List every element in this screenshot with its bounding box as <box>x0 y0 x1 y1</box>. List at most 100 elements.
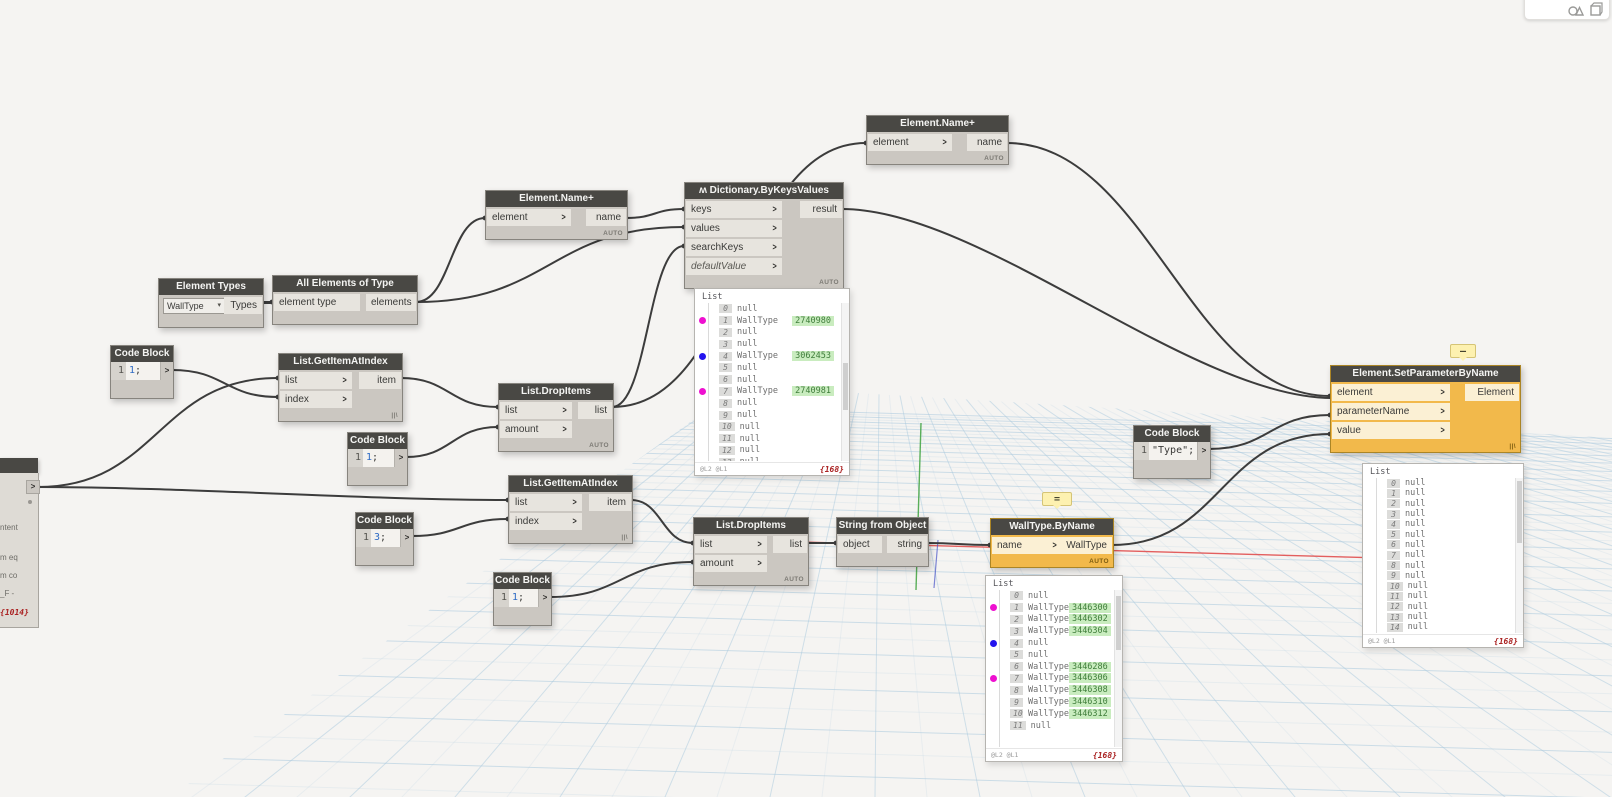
port-input-name[interactable]: name > <box>992 537 1062 554</box>
port-input-list[interactable]: list > <box>500 402 572 419</box>
node-title-code-block-5[interactable]: Code Block <box>1134 426 1210 442</box>
port-input-keys[interactable]: keys > <box>686 201 782 218</box>
wire[interactable] <box>415 217 486 303</box>
port-output-WallType[interactable]: WallType <box>1058 537 1112 554</box>
node-code-block-5[interactable]: Code Block 1 "Type"; > <box>1133 425 1211 479</box>
port-input-element-type[interactable]: element type <box>274 294 360 311</box>
element-id-chip[interactable]: 3446286 <box>1068 661 1111 672</box>
lacing-indicator[interactable]: AUTO <box>1089 556 1109 567</box>
element-id-chip[interactable]: 2740981 <box>792 386 834 397</box>
port-input-element[interactable]: element > <box>1332 384 1450 401</box>
port-input-values[interactable]: values > <box>686 220 782 237</box>
element-id-chip[interactable]: 3446312 <box>1068 708 1111 719</box>
element-id-chip[interactable]: 3446300 <box>1068 602 1111 613</box>
port-input-index[interactable]: index > <box>280 391 352 408</box>
port-output-name[interactable]: name <box>586 209 626 226</box>
lacing-indicator[interactable]: AUTO <box>603 228 623 239</box>
lacing-indicator[interactable]: ||\ <box>391 410 398 421</box>
codeblock-code-input[interactable]: 1; <box>126 362 160 380</box>
node-element-name-mid[interactable]: Element.Name+ element > name AUTO <box>485 190 628 240</box>
lacing-indicator[interactable]: AUTO <box>819 277 839 288</box>
lacing-indicator[interactable]: AUTO <box>784 574 804 585</box>
port-output-codeblock[interactable]: > <box>1197 442 1210 460</box>
node-code-block-2[interactable]: Code Block 1 1; > <box>347 432 408 486</box>
node-title-list-dropitems-2[interactable]: List.DropItems <box>694 518 808 534</box>
port-input-list[interactable]: list > <box>695 536 767 553</box>
warning-bubble-element-setparameterbyname[interactable]: – <box>1450 344 1476 361</box>
preview-scrollbar-thumb[interactable] <box>1116 596 1121 650</box>
lacing-indicator[interactable]: AUTO <box>984 153 1004 164</box>
port-output-item[interactable]: item <box>589 494 631 511</box>
port-output-codeblock[interactable]: > <box>394 449 407 467</box>
wire[interactable] <box>171 369 279 398</box>
graph-canvas[interactable]: Element Types WallType ▾ Types All Elements … <box>0 0 1612 797</box>
port-output-result[interactable]: result <box>800 201 842 218</box>
port-input-element[interactable]: element > <box>868 134 952 151</box>
port-output-item[interactable]: item <box>359 372 401 389</box>
node-title-element-name-mid[interactable]: Element.Name+ <box>486 191 627 207</box>
wire[interactable] <box>926 542 991 546</box>
codeblock-code-input[interactable]: "Type"; <box>1149 442 1197 460</box>
wire[interactable] <box>405 426 499 458</box>
port-input-index[interactable]: index > <box>510 513 582 530</box>
preview-scrollbar-thumb[interactable] <box>843 363 848 411</box>
geometry-icon[interactable] <box>1568 2 1585 17</box>
port-output-codeblock[interactable]: > <box>400 529 413 547</box>
node-title-list-getitematindex-1[interactable]: List.GetItemAtIndex <box>279 354 402 370</box>
node-list-dropitems-1[interactable]: List.DropItems list > amount > list AUTO <box>498 383 614 452</box>
node-list-getitematindex-2[interactable]: List.GetItemAtIndex list > index > item ||\ <box>508 475 633 544</box>
node-title-list-getitematindex-2[interactable]: List.GetItemAtIndex <box>509 476 632 492</box>
element-id-chip[interactable]: 2740980 <box>792 315 834 326</box>
lacing-indicator[interactable]: ||\ <box>1509 441 1516 452</box>
node-title-element-name-top[interactable]: Element.Name+ <box>867 116 1008 132</box>
codeblock-code-input[interactable]: 3; <box>371 529 400 547</box>
node-title-dictionary-bykeysvalues[interactable]: ʍ Dictionary.ByKeysValues <box>685 183 843 199</box>
wire[interactable] <box>841 208 1333 399</box>
port-output-Element[interactable]: Element <box>1465 384 1519 401</box>
port-output-string[interactable]: string <box>887 536 927 553</box>
wire[interactable] <box>400 377 499 408</box>
node-title-all-elements-of-type[interactable]: All Elements of Type <box>273 276 417 292</box>
node-title-walltype-byname[interactable]: WallType.ByName <box>991 519 1113 535</box>
port-input-parameterName[interactable]: parameterName > <box>1332 403 1450 420</box>
node-title-code-block-1[interactable]: Code Block <box>111 346 173 362</box>
port-input-element[interactable]: element > <box>487 209 571 226</box>
port-output-codeblock[interactable]: > <box>160 362 173 380</box>
node-element-types[interactable]: Element Types WallType ▾ Types <box>158 278 264 328</box>
node-all-elements-of-type[interactable]: All Elements of Type element type elements <box>272 275 418 325</box>
wire[interactable] <box>411 518 509 537</box>
port-output-left-clipped[interactable]: > <box>26 480 40 494</box>
wire[interactable] <box>625 208 685 219</box>
element-id-chip[interactable]: 3446306 <box>1068 673 1111 684</box>
node-code-block-4[interactable]: Code Block 1 1; > <box>493 572 552 626</box>
node-element-name-top[interactable]: Element.Name+ element > name AUTO <box>866 115 1009 165</box>
port-output-name[interactable]: name <box>967 134 1007 151</box>
port-output-list[interactable]: list <box>773 536 807 553</box>
port-input-list[interactable]: list > <box>510 494 582 511</box>
node-title-code-block-3[interactable]: Code Block <box>356 513 413 529</box>
node-title-element-setparameterbyname[interactable]: Element.SetParameterByName <box>1331 366 1520 382</box>
node-element-setparameterbyname[interactable]: Element.SetParameterByName element > parame… <box>1330 365 1521 453</box>
node-title-list-dropitems-1[interactable]: List.DropItems <box>499 384 613 400</box>
node-title-code-block-4[interactable]: Code Block <box>494 573 551 589</box>
node-title-string-from-object[interactable]: String from Object <box>837 518 928 534</box>
element-id-chip[interactable]: 3446302 <box>1068 614 1111 625</box>
lacing-indicator[interactable]: AUTO <box>589 440 609 451</box>
wire[interactable] <box>1208 414 1331 450</box>
port-input-defaultValue[interactable]: defaultValue > <box>686 258 782 275</box>
wire[interactable] <box>549 561 694 598</box>
element-id-chip[interactable]: 3062453 <box>792 351 834 362</box>
element-id-chip[interactable]: 3446304 <box>1068 626 1111 637</box>
warning-bubble-walltype-byname[interactable]: = <box>1042 492 1072 509</box>
wire[interactable] <box>37 486 509 501</box>
node-walltype-byname[interactable]: WallType.ByName name > WallType AUTO <box>990 518 1114 568</box>
node-string-from-object[interactable]: String from Object object string <box>836 517 929 567</box>
element-id-chip[interactable]: 3446310 <box>1068 697 1111 708</box>
element-types-dropdown[interactable]: WallType ▾ <box>163 298 225 314</box>
codeblock-code-input[interactable]: 1; <box>509 589 538 607</box>
box-icon[interactable] <box>1589 2 1603 17</box>
node-title-element-types[interactable]: Element Types <box>159 279 263 295</box>
node-code-block-1[interactable]: Code Block 1 1; > <box>110 345 174 399</box>
lacing-indicator[interactable]: ||\ <box>621 532 628 543</box>
port-input-searchKeys[interactable]: searchKeys > <box>686 239 782 256</box>
